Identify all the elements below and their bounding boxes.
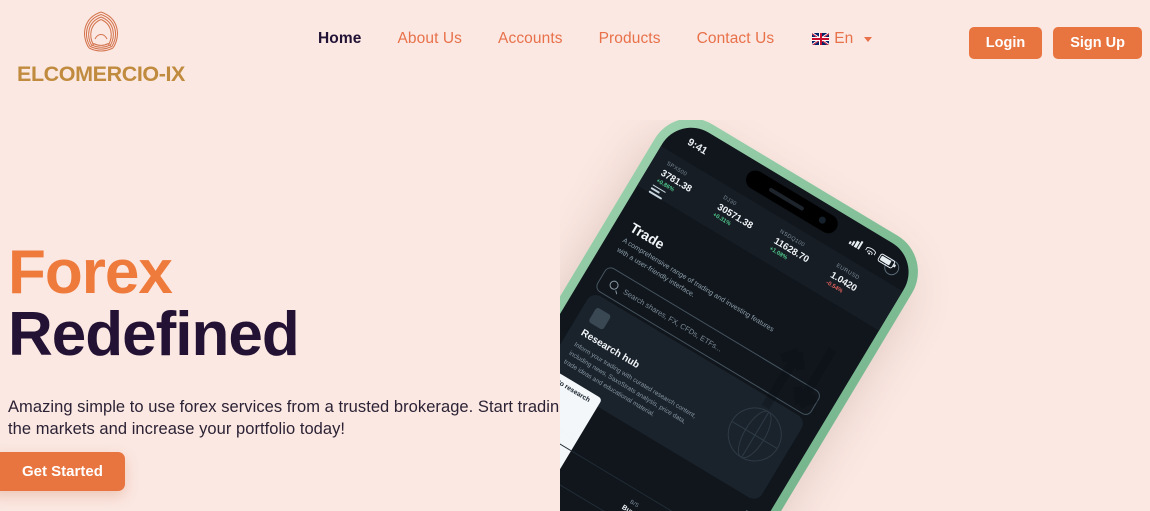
- nav-item-accounts[interactable]: Accounts: [480, 30, 581, 48]
- cellular-bars-icon: [848, 235, 864, 250]
- status-time: 9:41: [685, 136, 710, 158]
- hero-title-line2: Redefined: [8, 299, 300, 369]
- brand-name: ELCOMERCIO-IX: [17, 62, 185, 86]
- wifi-icon: [863, 244, 877, 258]
- nav-item-home[interactable]: Home: [300, 30, 379, 48]
- phone-screen: 9:41 SPX500 3781.38 +0.86% DJ30 30571.38…: [560, 120, 922, 511]
- landing-page: ELCOMERCIO-IX Home About Us Accounts Pro…: [0, 0, 1150, 511]
- language-selector[interactable]: En: [792, 30, 873, 48]
- nav-item-contact-us[interactable]: Contact Us: [679, 30, 793, 48]
- site-header: ELCOMERCIO-IX Home About Us Accounts Pro…: [0, 0, 1150, 86]
- front-camera-icon: [817, 215, 828, 225]
- research-thumbnail: [588, 306, 612, 331]
- phone-device: 9:41 SPX500 3781.38 +0.86% DJ30 30571.38…: [560, 120, 934, 511]
- chevron-down-icon: [864, 36, 873, 42]
- hero-copy: Forex Redefined Amazing simple to use fo…: [8, 238, 578, 440]
- main-navigation: Home About Us Accounts Products Contact …: [300, 30, 873, 48]
- triangular-ribbon-logo-icon: [6, 6, 196, 63]
- uk-flag-icon: [812, 33, 830, 45]
- get-started-button[interactable]: Get Started: [0, 452, 125, 491]
- search-icon: [608, 278, 621, 291]
- nav-item-products[interactable]: Products: [581, 30, 679, 48]
- speaker-icon: [768, 186, 805, 211]
- language-label: En: [834, 30, 854, 47]
- battery-icon: [877, 252, 897, 269]
- nav-item-about-us[interactable]: About Us: [379, 30, 480, 48]
- hero-title-line1: Forex: [8, 238, 173, 307]
- chevron-right-icon[interactable]: ›: [742, 506, 751, 511]
- brand-logo[interactable]: ELCOMERCIO-IX: [6, 6, 196, 86]
- signup-button[interactable]: Sign Up: [1053, 27, 1142, 59]
- login-button[interactable]: Login: [968, 27, 1043, 59]
- hero-subtitle: Amazing simple to use forex services fro…: [8, 397, 569, 439]
- phone-mockup: 9:41 SPX500 3781.38 +0.86% DJ30 30571.38…: [560, 120, 1150, 511]
- auth-buttons: Login Sign Up: [968, 27, 1142, 59]
